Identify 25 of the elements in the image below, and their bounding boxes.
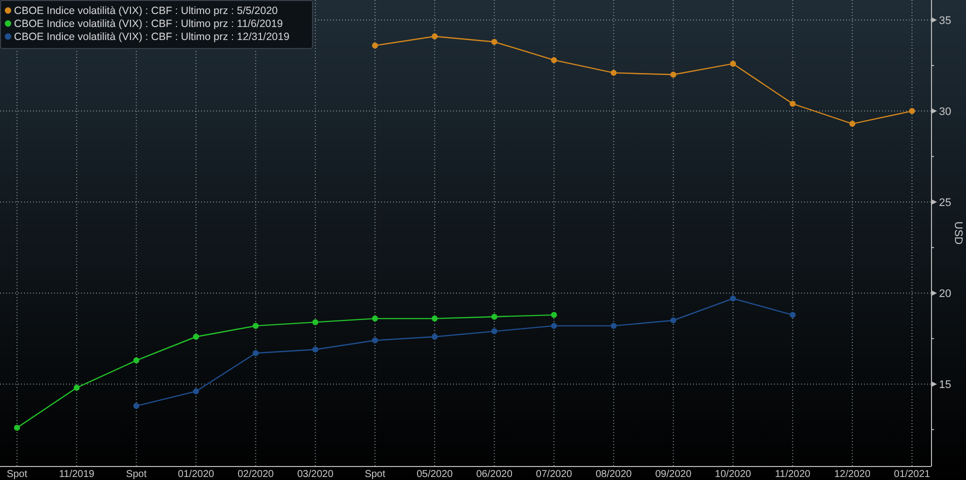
x-tick-label: 02/2020 <box>238 469 274 480</box>
y-tick-label: 20 <box>939 288 952 300</box>
x-tick-label: Spot <box>364 469 386 480</box>
x-tick-label: 01/2020 <box>178 469 214 480</box>
x-tick-label: 08/2020 <box>596 469 632 480</box>
x-tick-label: 09/2020 <box>655 469 692 480</box>
x-tick-label: 03/2020 <box>297 469 334 480</box>
legend-label: CBOE Indice volatilità (VIX) : CBF : Ultimo prz : 5/5/2020 <box>14 5 278 17</box>
x-tick-label: 05/2020 <box>416 469 453 480</box>
x-tick-label: 07/2020 <box>536 469 572 480</box>
x-tick-label: Spot <box>126 469 147 480</box>
x-tick-label: 01/2021 <box>894 469 930 480</box>
x-tick-label: 06/2020 <box>476 469 512 480</box>
legend-label: CBOE Indice volatilità (VIX) : CBF : Ultimo prz : 11/6/2019 <box>14 18 283 30</box>
x-tick-label: 11/2020 <box>774 469 810 480</box>
y-tick-label: 35 <box>939 15 952 28</box>
x-tick-label: Spot <box>6 469 28 480</box>
x-tick-label: 12/2020 <box>834 469 870 480</box>
x-tick-label: 10/2020 <box>714 469 752 480</box>
y-tick-label: 25 <box>939 197 952 210</box>
legend-label: CBOE Indice volatilità (VIX) : CBF : Ultimo prz : 12/31/2019 <box>14 31 290 43</box>
y-tick-label: 15 <box>939 379 952 392</box>
y-tick-label: 30 <box>939 106 952 118</box>
x-tick-label: 11/2019 <box>58 469 94 480</box>
axis-title: USD <box>952 221 964 245</box>
